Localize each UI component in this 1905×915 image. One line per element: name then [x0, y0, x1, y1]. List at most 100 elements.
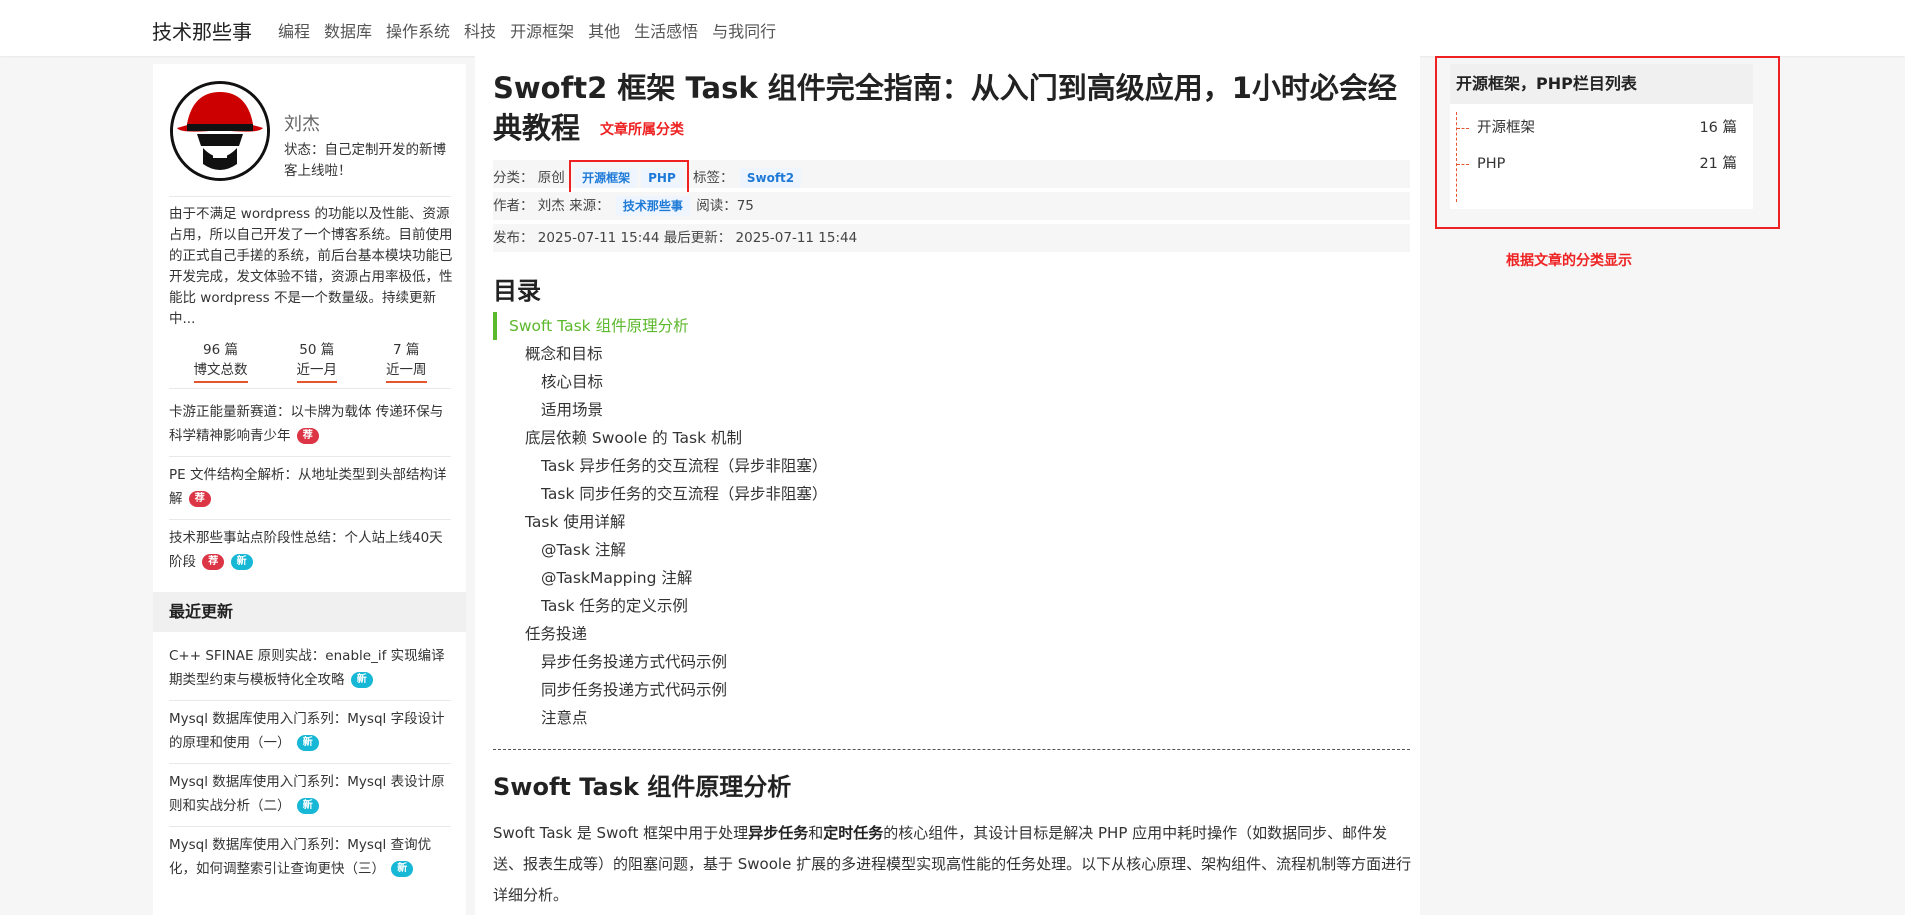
nav-item[interactable]: 操作系统: [386, 18, 450, 42]
section-heading: Swoft Task 组件原理分析: [493, 773, 792, 801]
read-count: 75: [736, 198, 754, 214]
category-tag[interactable]: 开源框架: [575, 168, 638, 188]
para-bold: 异步任务: [748, 824, 809, 842]
post-stats: 96 篇 博文总数 50 篇 近一月 7 篇 近一周: [169, 340, 451, 383]
stat-label: 近一周: [386, 360, 427, 383]
para-text: Swoft Task 是 Swoft 框架中用于处理: [493, 824, 749, 842]
para-bold: 定时任务: [823, 824, 884, 842]
stat-week[interactable]: 7 篇 近一周: [386, 340, 427, 383]
category-name: PHP: [1477, 156, 1506, 172]
divider: [169, 196, 451, 197]
nav-item[interactable]: 生活感悟: [634, 18, 698, 42]
category-count: 16 篇: [1699, 120, 1737, 136]
list-item[interactable]: Mysql 数据库使用入门系列：Mysql 表设计原则和实战分析（二） 新: [169, 764, 451, 827]
recent-list: C++ SFINAE 原则实战：enable_if 实现编译期类型约束与模板特化…: [169, 638, 451, 889]
toc-item[interactable]: @Task 注解: [493, 536, 1093, 564]
list-item[interactable]: Mysql 数据库使用入门系列：Mysql 查询优化，如何调整索引让查询更快（三…: [169, 827, 451, 889]
toc-item[interactable]: Task 异步任务的交互流程（异步非阻塞）: [493, 452, 1093, 480]
redhat-avatar-icon: [173, 84, 267, 178]
top-navbar: 技术那些事 编程 数据库 操作系统 科技 开源框架 其他 生活感悟 与我同行: [0, 0, 1905, 56]
toc-item[interactable]: Task 同步任务的交互流程（异步非阻塞）: [493, 480, 1093, 508]
meta-label: 标签：: [693, 170, 734, 186]
category-name: 开源框架: [1477, 120, 1535, 136]
category-tag[interactable]: PHP: [641, 168, 683, 188]
toc-item[interactable]: 异步任务投递方式代码示例: [493, 648, 1093, 676]
category-list: 开源框架 16 篇 PHP 21 篇: [1456, 112, 1753, 202]
new-badge: 新: [230, 554, 253, 570]
list-item[interactable]: C++ SFINAE 原则实战：enable_if 实现编译期类型约束与模板特化…: [169, 638, 451, 701]
stat-number: 96 篇: [203, 342, 238, 358]
para-text: 和: [808, 824, 824, 842]
toc-item[interactable]: 适用场景: [493, 396, 1093, 424]
meta-label: 分类：: [493, 170, 534, 186]
category-item[interactable]: PHP 21 篇: [1457, 148, 1753, 184]
article-paragraph: Swoft Task 是 Swoft 框架中用于处理异步任务和定时任务的核心组件…: [493, 818, 1413, 911]
recommended-list: 卡游正能量新赛道：以卡牌为载体 传递环保与科学精神影响青少年 荐 PE 文件结构…: [169, 394, 451, 582]
widget-title: 开源框架，PHP栏目列表: [1450, 64, 1753, 104]
toc-item[interactable]: @TaskMapping 注解: [493, 564, 1093, 592]
profile-intro: 由于不满足 wordpress 的功能以及性能、资源占用，所以自己开发了一个博客…: [169, 206, 453, 327]
meta-date-row: 发布： 2025-07-11 15:44 最后更新： 2025-07-11 15…: [493, 224, 1410, 252]
recommended-badge: 荐: [296, 428, 319, 444]
source-tag[interactable]: 技术那些事: [615, 196, 690, 216]
category-highlight: 开源框架 PHP: [569, 160, 689, 196]
nav-item[interactable]: 与我同行: [712, 18, 776, 42]
category-widget: 开源框架，PHP栏目列表 开源框架 16 篇 PHP 21 篇: [1450, 64, 1753, 209]
meta-label: 发布：: [493, 230, 534, 246]
toc-item[interactable]: Swoft Task 组件原理分析: [493, 312, 1093, 340]
article-tag[interactable]: Swoft2: [739, 168, 802, 188]
category-annotation: 文章所属分类: [600, 122, 685, 138]
toc-item[interactable]: 同步任务投递方式代码示例: [493, 676, 1093, 704]
nav-item[interactable]: 开源框架: [510, 18, 574, 42]
stat-number: 7 篇: [393, 342, 420, 358]
stat-month[interactable]: 50 篇 近一月: [296, 340, 337, 383]
section-divider: [493, 749, 1410, 750]
new-badge: 新: [296, 735, 319, 751]
toc-item[interactable]: 底层依赖 Swoole 的 Task 机制: [493, 424, 1093, 452]
toc-title: 目录: [493, 277, 541, 305]
meta-label: 来源：: [569, 198, 610, 214]
nav-item[interactable]: 其他: [588, 18, 620, 42]
list-item[interactable]: 技术那些事站点阶段性总结：个人站上线40天阶段 荐 新: [169, 520, 451, 582]
updated-date: 2025-07-11 15:44: [735, 230, 858, 246]
category-count: 21 篇: [1699, 156, 1737, 172]
list-item[interactable]: Mysql 数据库使用入门系列：Mysql 字段设计的原理和使用（一） 新: [169, 701, 451, 764]
recommended-badge: 荐: [188, 491, 211, 507]
table-of-contents: Swoft Task 组件原理分析 概念和目标 核心目标 适用场景 底层依赖 S…: [493, 312, 1093, 732]
left-sidebar: 刘杰 状态：自己定制开发的新博客上线啦！ 由于不满足 wordpress 的功能…: [153, 64, 466, 915]
toc-item[interactable]: 核心目标: [493, 368, 1093, 396]
meta-label: 最后更新：: [663, 230, 732, 246]
meta-label: 作者：: [493, 198, 534, 214]
original-label: 原创: [537, 170, 565, 186]
published-date: 2025-07-11 15:44: [537, 230, 660, 246]
stat-number: 50 篇: [299, 342, 335, 358]
stat-label: 近一月: [296, 360, 337, 383]
post-link[interactable]: C++ SFINAE 原则实战：enable_if 实现编译期类型约束与模板特化…: [169, 648, 445, 688]
nav-menu: 编程 数据库 操作系统 科技 开源框架 其他 生活感悟 与我同行: [278, 18, 790, 42]
nav-item[interactable]: 科技: [464, 18, 496, 42]
toc-item[interactable]: Task 任务的定义示例: [493, 592, 1093, 620]
meta-author-row: 作者： 刘杰 来源： 技术那些事 阅读：75: [493, 192, 1410, 220]
author-name: 刘杰: [537, 198, 565, 214]
toc-item[interactable]: Task 使用详解: [493, 508, 1093, 536]
list-item[interactable]: 卡游正能量新赛道：以卡牌为载体 传递环保与科学精神影响青少年 荐: [169, 394, 451, 457]
recent-heading: 最近更新: [153, 592, 466, 632]
meta-category-row: 分类： 原创 开源框架 PHP 标签： Swoft2: [493, 160, 1410, 196]
toc-item[interactable]: 注意点: [493, 704, 1093, 732]
nav-item[interactable]: 编程: [278, 18, 310, 42]
site-brand[interactable]: 技术那些事: [152, 16, 252, 45]
toc-item[interactable]: 任务投递: [493, 620, 1093, 648]
profile-status: 状态：自己定制开发的新博客上线啦！: [284, 142, 446, 179]
nav-item[interactable]: 数据库: [324, 18, 372, 42]
avatar: [170, 81, 270, 181]
new-badge: 新: [350, 672, 373, 688]
category-item[interactable]: 开源框架 16 篇: [1457, 112, 1753, 148]
list-item[interactable]: PE 文件结构全解析：从地址类型到头部结构详解 荐: [169, 457, 451, 520]
recommended-badge: 荐: [202, 554, 225, 570]
stat-total[interactable]: 96 篇 博文总数: [193, 340, 248, 383]
toc-item[interactable]: 概念和目标: [493, 340, 1093, 368]
stat-label: 博文总数: [193, 360, 248, 383]
new-badge: 新: [391, 861, 414, 877]
widget-annotation: 根据文章的分类显示: [1506, 253, 1632, 269]
divider: [169, 388, 451, 389]
